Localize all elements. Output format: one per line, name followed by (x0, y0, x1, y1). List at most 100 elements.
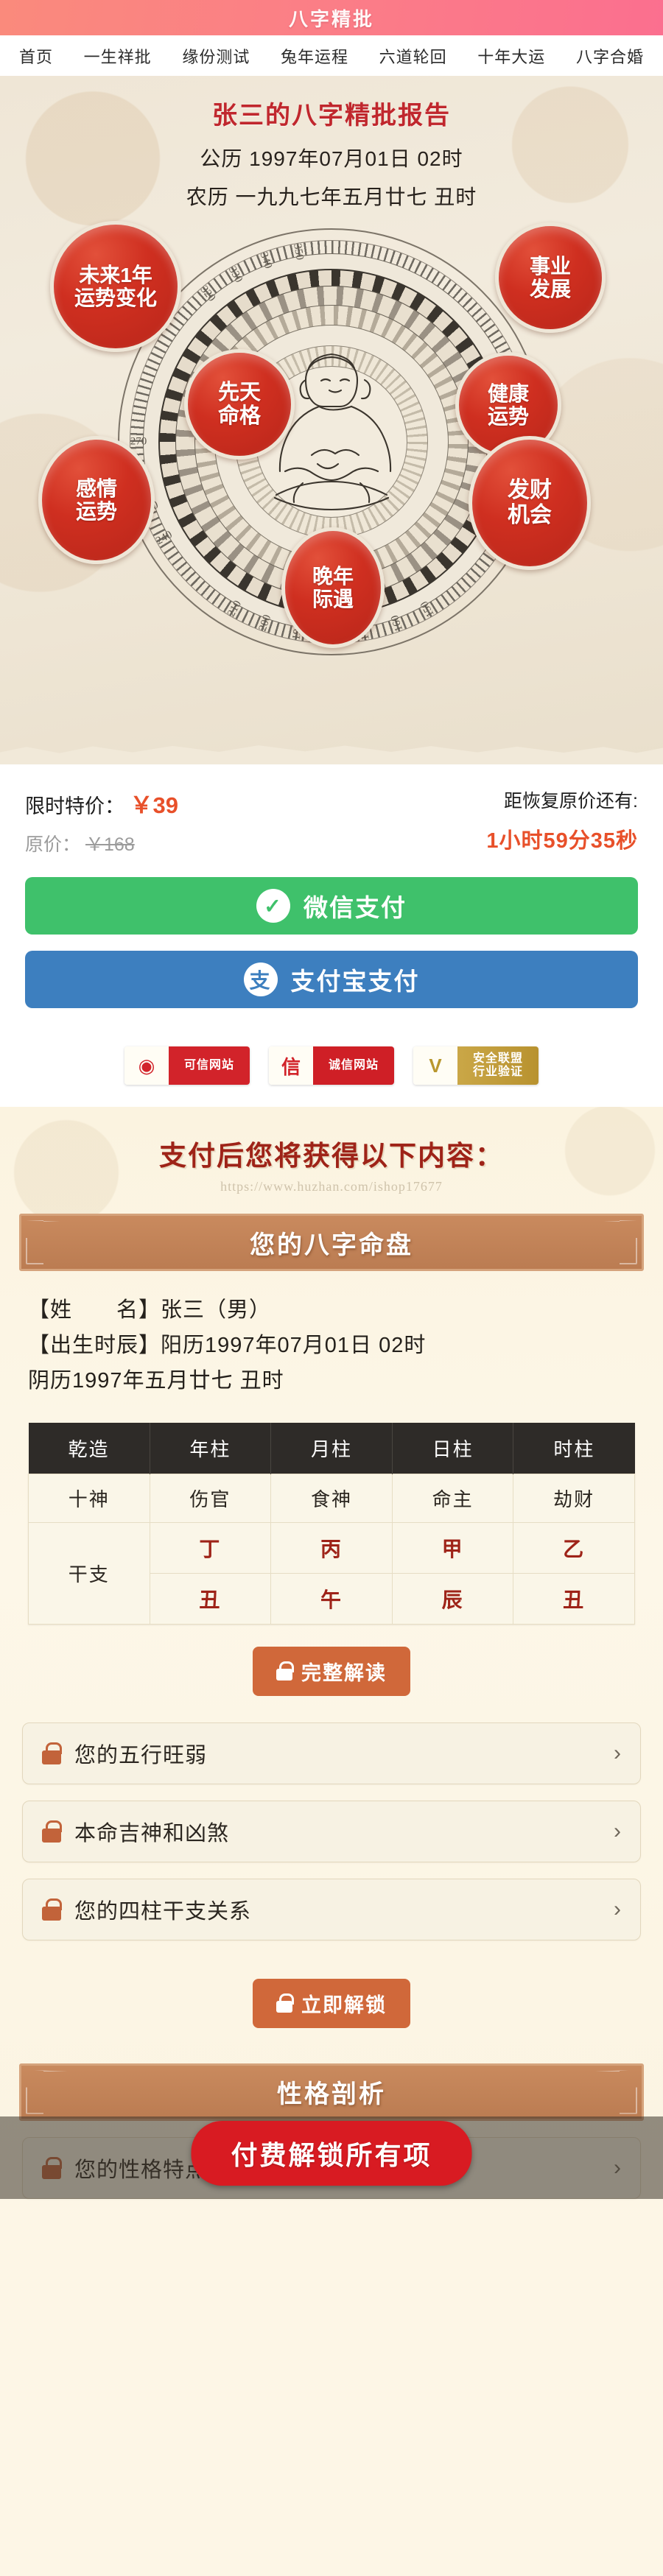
locked-item-four-pillars[interactable]: 您的四柱干支关系 › (22, 1878, 641, 1940)
th-hour: 时柱 (513, 1422, 635, 1474)
lock-icon (276, 1993, 294, 2013)
branch-month: 午 (270, 1572, 393, 1625)
page-root: 八字精批 首页 一生祥批 缘份测试 兔年运程 六道轮回 十年大运 八字合婚 张三… (0, 0, 663, 2215)
app-bar: 八字精批 (0, 0, 663, 35)
th-qianzao: 乾造 (28, 1422, 150, 1474)
lunar-date: 农历 一九九七年五月廿七 丑时 (186, 186, 477, 208)
post-payment-content: 支付后您将获得以下内容： https://www.huzhan.com/isho… (0, 1107, 663, 2199)
lock-icon (42, 1820, 62, 1843)
watermark-url: https://www.huzhan.com/ishop17677 (220, 1179, 443, 1194)
report-title: 张三的八字精批报告 (212, 102, 451, 130)
bazi-table: 乾造 年柱 月柱 日柱 时柱 十神 伤官 食神 命主 劫财 干支 丁 丙 甲 乙… (28, 1422, 635, 1625)
info-line-name: 【姓 名】张三（男） (28, 1298, 272, 1322)
row-label-ganzhi: 干支 (28, 1521, 150, 1625)
unlock-now-wrap: 立即解锁 (0, 1957, 663, 2038)
bubble-label: 未来1年 运势变化 (74, 263, 157, 309)
compass-degree-label: 320 (197, 284, 218, 304)
special-price-amount: ￥39 (130, 792, 178, 818)
trusted-site-badge: ◉ 可信网站 (124, 1046, 250, 1085)
bubble-innate-destiny[interactable]: 先天 命格 (184, 349, 295, 460)
th-day: 日柱 (392, 1422, 514, 1474)
nav-item-affinity[interactable]: 缘份测试 (182, 44, 250, 68)
honest-site-badge: 信 诚信网站 (269, 1046, 394, 1085)
compass-degree-label: 150 (418, 599, 438, 619)
nav-item-decade[interactable]: 十年大运 (477, 44, 545, 68)
bubble-love[interactable]: 感情 运势 (38, 436, 155, 564)
compass-degree-label: 350 (291, 242, 306, 261)
countdown-timer: 1小时59分35秒 (486, 829, 638, 853)
bubble-later-years[interactable]: 晚年 际遇 (281, 527, 385, 648)
panel-title-text: 性格剖析 (277, 2080, 386, 2109)
security-union-text: 安全联盟 行业验证 (457, 1046, 539, 1085)
wechat-pay-button[interactable]: ✓ 微信支付 (25, 877, 638, 935)
branch-year: 丑 (149, 1572, 272, 1625)
badge-line1: 诚信网站 (328, 1059, 379, 1072)
solar-date: 公历 1997年07月01日 02时 (200, 147, 463, 170)
bubble-label: 健康 运势 (487, 381, 529, 428)
chevron-right-icon: › (614, 1740, 621, 1765)
nav-item-home[interactable]: 首页 (19, 44, 53, 68)
compass-degree-label: 330 (225, 264, 245, 285)
branch-hour: 丑 (513, 1572, 635, 1625)
locked-item-label: 您的五行旺弱 (74, 1743, 208, 1767)
personality-panel-title: 性格剖析 (19, 2063, 644, 2121)
special-price-label: 限时特价： (25, 795, 124, 817)
stem-month: 丙 (270, 1521, 393, 1574)
alipay-pay-button[interactable]: 支 支付宝支付 (25, 951, 638, 1008)
price-left: 限时特价： ￥39 原价： ￥168 (25, 786, 178, 856)
original-price-label: 原价： (25, 834, 81, 855)
table-row-shishen: 十神 伤官 食神 命主 劫财 (28, 1473, 635, 1523)
shishen-year: 伤官 (149, 1473, 272, 1523)
nav-item-life[interactable]: 一生祥批 (84, 44, 152, 68)
app-title: 八字精批 (288, 7, 374, 30)
full-reading-label: 完整解读 (301, 1661, 387, 1684)
top-navigation[interactable]: 首页 一生祥批 缘份测试 兔年运程 六道轮回 十年大运 八字合婚 (0, 35, 663, 76)
chevron-right-icon: › (614, 1896, 621, 1921)
locked-item-auspicious-stars[interactable]: 本命吉神和凶煞 › (22, 1800, 641, 1862)
full-reading-wrap: 完整解读 (0, 1625, 663, 1706)
bubble-label: 先天 命格 (217, 380, 261, 428)
special-price-row: 限时特价： ￥39 (25, 786, 178, 820)
badge-line1: 安全联盟 (472, 1052, 523, 1066)
bubble-future-fortune[interactable]: 未来1年 运势变化 (50, 221, 181, 352)
th-year: 年柱 (150, 1422, 272, 1474)
compass-degree-label: 160 (388, 613, 406, 633)
unlock-now-label: 立即解锁 (301, 1993, 387, 2016)
badge-line2: 行业验证 (472, 1066, 523, 1078)
trusted-site-text: 可信网站 (169, 1046, 250, 1085)
trusted-site-mark-icon: ◉ (124, 1046, 169, 1085)
panel-title-text: 您的八字命盘 (250, 1231, 413, 1259)
bubble-career[interactable]: 事业 发展 (495, 222, 606, 333)
unlock-now-button[interactable]: 立即解锁 (253, 1978, 410, 2028)
nav-item-rabbit[interactable]: 兔年运程 (281, 44, 348, 68)
nav-item-samsara[interactable]: 六道轮回 (379, 44, 447, 68)
bubble-label: 事业 发展 (529, 254, 571, 300)
locked-item-label: 本命吉神和凶煞 (74, 1821, 230, 1845)
bubble-wealth[interactable]: 发财 机会 (469, 436, 591, 570)
info-line-lunar: 阴历1997年五月廿七 丑时 (28, 1368, 284, 1393)
bubble-label: 晚年 际遇 (312, 564, 354, 610)
alipay-zhi-icon: 支 (243, 963, 278, 996)
compass-degree-label: 340 (257, 250, 275, 270)
compass-degree-label: 270 (130, 435, 147, 448)
stem-hour: 乙 (513, 1521, 635, 1574)
price-right: 距恢复原价还有: 1小时59分35秒 (486, 786, 638, 854)
unlock-all-cta-button[interactable]: 付费解锁所有项 (191, 2120, 472, 2186)
security-union-badge: V 安全联盟 行业验证 (413, 1046, 539, 1085)
stem-day: 甲 (391, 1521, 514, 1574)
honest-site-text: 诚信网站 (313, 1046, 394, 1085)
stem-year: 丁 (149, 1521, 272, 1574)
wechat-pay-label: 微信支付 (304, 894, 407, 921)
birth-info-block: 【姓 名】张三（男） 【出生时辰】阳历1997年07月01日 02时 阴历199… (0, 1271, 663, 1404)
original-price-row: 原价： ￥168 (25, 830, 178, 856)
bazi-chart-panel-title: 您的八字命盘 (19, 1214, 644, 1271)
branch-day: 辰 (391, 1572, 514, 1625)
locked-item-wuxing-strength[interactable]: 您的五行旺弱 › (22, 1722, 641, 1784)
check-bubble-icon: ✓ (256, 889, 290, 923)
content-heading: 支付后您将获得以下内容： (159, 1141, 504, 1171)
full-reading-button[interactable]: 完整解读 (253, 1646, 410, 1696)
payment-area: ✓ 微信支付 支 支付宝支付 (0, 864, 663, 1030)
locked-item-label: 您的四柱干支关系 (74, 1899, 252, 1924)
shishen-hour: 劫财 (513, 1473, 635, 1523)
nav-item-marriage[interactable]: 八字合婚 (576, 44, 644, 68)
